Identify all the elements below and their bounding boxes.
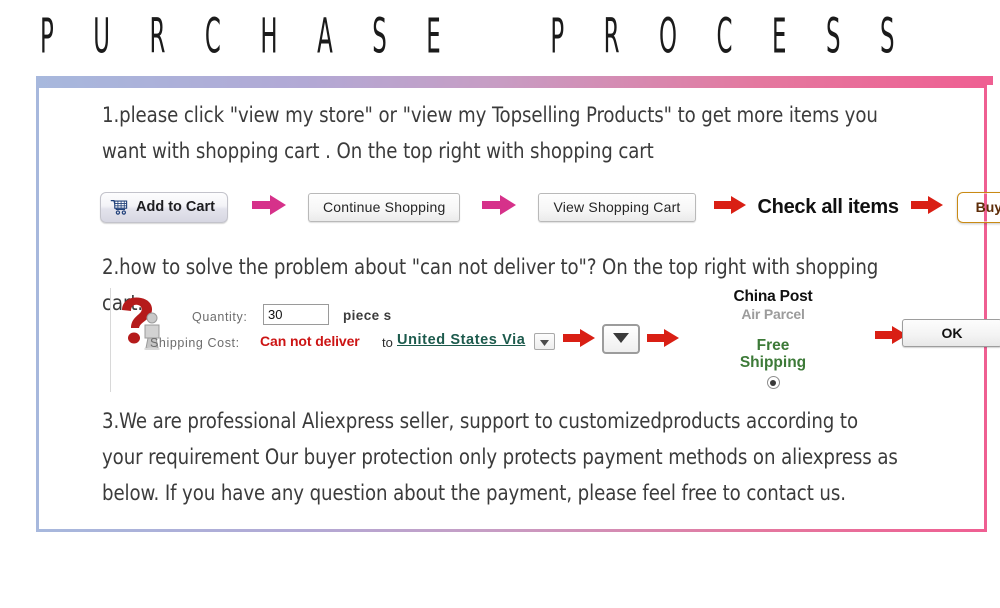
flow-arrow-pink-1 bbox=[251, 194, 286, 220]
purchase-step-flow-2: Quantity: 30 piece s Shipping Cost: Can … bbox=[100, 288, 1000, 396]
add-to-cart-button[interactable]: Add to Cart bbox=[100, 191, 228, 223]
continue-shopping-button[interactable]: Continue Shopping bbox=[307, 192, 461, 222]
free-shipping-line2: Shipping bbox=[739, 354, 807, 371]
destination-link[interactable]: United States Via bbox=[397, 332, 525, 348]
page-title: P U R C H A S E P R O C E S S bbox=[40, 7, 911, 65]
buy-now-label: Buy Now bbox=[975, 199, 1000, 215]
flow-arrow-red-2 bbox=[910, 195, 943, 219]
add-to-cart-label: Add to Cart bbox=[136, 199, 215, 215]
instruction-paragraph-1: 1.please click "view my store" or "view … bbox=[102, 103, 878, 164]
shipping-option-radio[interactable] bbox=[766, 376, 780, 389]
flow-arrow-red-4 bbox=[647, 329, 679, 352]
shopping-cart-icon bbox=[110, 199, 129, 215]
check-all-items-label: Check all items bbox=[757, 195, 899, 218]
carrier-service: Air Parcel bbox=[741, 306, 805, 322]
flow-arrow-red-1 bbox=[713, 195, 746, 219]
buy-now-button[interactable]: Buy Now bbox=[956, 191, 1000, 223]
quantity-input[interactable]: 30 bbox=[263, 304, 329, 325]
continue-shopping-label: Continue Shopping bbox=[322, 199, 446, 215]
destination-dropdown-small[interactable] bbox=[534, 333, 555, 350]
to-word-label: to bbox=[382, 335, 393, 350]
panel-divider-line bbox=[110, 288, 111, 392]
ok-button[interactable]: OK bbox=[902, 319, 1000, 347]
shipping-cost-label: Shipping Cost: bbox=[150, 336, 240, 350]
shipping-option[interactable]: China Post Air Parcel Free Shipping bbox=[698, 288, 848, 389]
view-shopping-cart-label: View Shopping Cart bbox=[553, 199, 681, 215]
chevron-down-icon bbox=[540, 333, 549, 351]
piece-unit-label: piece s bbox=[343, 308, 392, 323]
quantity-label: Quantity: bbox=[192, 310, 248, 324]
cannot-deliver-text: Can not deliver bbox=[260, 333, 360, 349]
ok-label: OK bbox=[941, 325, 963, 341]
flow-arrow-red-3 bbox=[563, 329, 595, 352]
free-shipping-line1: Free bbox=[756, 337, 790, 354]
purchase-step-flow-1: Add to Cart Continue Shopping View Shopp… bbox=[100, 183, 1000, 231]
carrier-name: China Post bbox=[733, 288, 813, 305]
destination-dropdown-large[interactable] bbox=[602, 324, 640, 354]
view-shopping-cart-button[interactable]: View Shopping Cart bbox=[538, 192, 696, 222]
instruction-paragraph-3: 3.We are professional Aliexpress seller,… bbox=[102, 409, 898, 506]
flow-arrow-pink-2 bbox=[482, 194, 517, 220]
top-gradient-bar bbox=[36, 76, 993, 85]
page-banner: P U R C H A S E P R O C E S S bbox=[0, 0, 1000, 68]
chevron-down-icon bbox=[613, 330, 629, 348]
